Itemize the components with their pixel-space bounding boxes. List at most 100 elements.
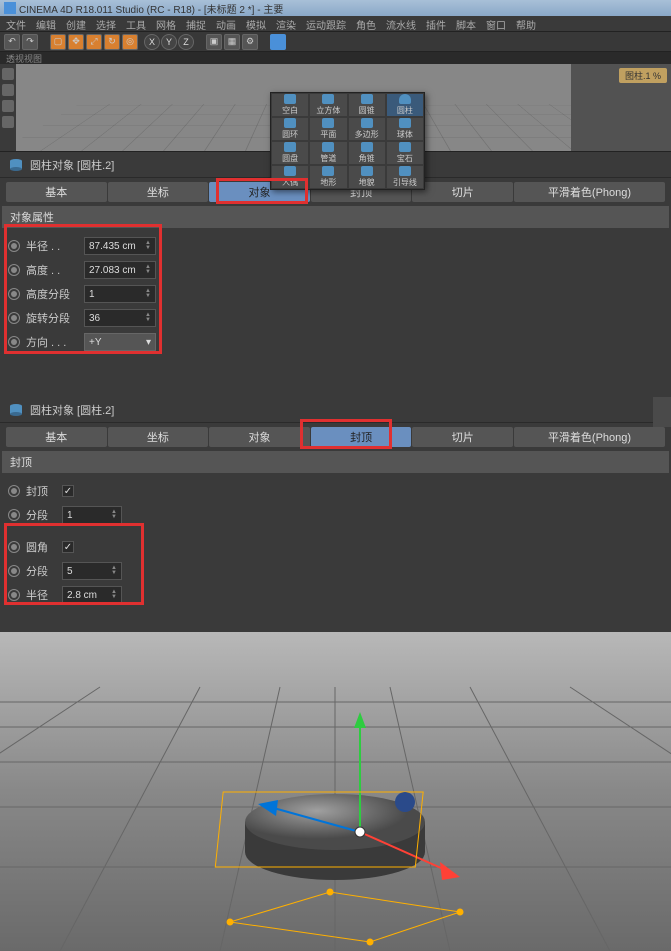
tool-scale[interactable]: ⤢ [86,34,102,50]
attr-title: 圆柱对象 [圆柱.2] [30,402,114,418]
anim-toggle[interactable] [8,240,20,252]
viewport-bottom[interactable] [0,632,671,951]
anim-toggle[interactable] [8,509,20,521]
tab-coord[interactable]: 坐标 [108,182,209,202]
undo-button[interactable]: ↶ [4,34,20,50]
object-tab[interactable]: 图柱.1 % [619,68,667,83]
prop-rows-1: 半径 . . 87.435 cm▲▼ 高度 . . 27.083 cm▲▼ 高度… [0,230,671,358]
axis-locks: X Y Z [144,34,194,50]
hseg-input[interactable]: 1▲▼ [84,285,156,303]
filletseg-input[interactable]: 5▲▼ [62,562,122,580]
tab-coord[interactable]: 坐标 [108,427,209,447]
tab-caps[interactable]: 封顶 [311,427,412,447]
tab-phong[interactable]: 平滑着色(Phong) [514,427,665,447]
vp-tool-icon[interactable] [2,84,14,96]
fillet-check[interactable]: ✓ [62,541,74,553]
section-header: 封顶 [2,451,669,473]
caps-check[interactable]: ✓ [62,485,74,497]
object-manager: 图柱.1 % [571,64,671,151]
prim-null[interactable]: 空白 [271,93,309,117]
menu-item[interactable]: 创建 [66,17,86,30]
menu-item[interactable]: 捕捉 [186,17,206,30]
render-region[interactable]: ▦ [224,34,240,50]
viewport-header: 透视视图 [0,52,671,64]
prim-guide[interactable]: 引导线 [386,165,424,189]
anim-toggle[interactable] [8,565,20,577]
tab-basic[interactable]: 基本 [6,182,107,202]
redo-button[interactable]: ↷ [22,34,38,50]
tab-object[interactable]: 对象 [209,427,310,447]
tool-recent[interactable]: ◎ [122,34,138,50]
tab-basic[interactable]: 基本 [6,427,107,447]
render-settings[interactable]: ⚙ [242,34,258,50]
axis-z[interactable]: Z [178,34,194,50]
prop-rows-2: 封顶 ✓ 分段 1▲▼ 圆角 ✓ 分段 5▲▼ 半径 2.8 cm▲▼ [0,475,671,611]
rseg-input[interactable]: 36▲▼ [84,309,156,327]
menu-item[interactable]: 选择 [96,17,116,30]
menu-item[interactable]: 帮助 [516,17,536,30]
radius-input[interactable]: 87.435 cm▲▼ [84,237,156,255]
prim-platonic[interactable]: 宝石 [386,141,424,165]
axis-y[interactable]: Y [161,34,177,50]
tab-slice[interactable]: 切片 [412,182,513,202]
prop-height-seg: 高度分段 1▲▼ [8,282,663,306]
prim-pyramid[interactable]: 角锥 [348,141,386,165]
tool-select[interactable]: ▢ [50,34,66,50]
menu-item[interactable]: 网格 [156,17,176,30]
viewport-top[interactable]: 图柱.1 % 空白 立方体 圆锥 圆柱 圆环 平面 多边形 球体 圆盘 管道 角… [0,64,671,152]
menu-item[interactable]: 模拟 [246,17,266,30]
anim-toggle[interactable] [8,485,20,497]
menu-item[interactable]: 窗口 [486,17,506,30]
render-button[interactable]: ▣ [206,34,222,50]
filletrad-input[interactable]: 2.8 cm▲▼ [62,586,122,604]
prim-cube[interactable]: 立方体 [309,93,347,117]
attr-header-2: 圆柱对象 [圆柱.2] [0,397,671,423]
orient-select[interactable]: +Y▾ [84,333,156,351]
menu-item[interactable]: 编辑 [36,17,56,30]
prim-torus[interactable]: 圆环 [271,117,309,141]
vp-tool-icon[interactable] [2,116,14,128]
prim-plane[interactable]: 平面 [309,117,347,141]
prim-figure[interactable]: 人偶 [271,165,309,189]
menu-item[interactable]: 动画 [216,17,236,30]
menu-item[interactable]: 工具 [126,17,146,30]
prim-cone[interactable]: 圆锥 [348,93,386,117]
section-header: 对象属性 [2,206,669,228]
anim-toggle[interactable] [8,264,20,276]
vp-tool-icon[interactable] [2,100,14,112]
capseg-input[interactable]: 1▲▼ [62,506,122,524]
attr-tabs-2: 基本 坐标 对象 封顶 切片 平滑着色(Phong) [6,427,665,447]
prim-sphere[interactable]: 球体 [386,117,424,141]
tool-move[interactable]: ✥ [68,34,84,50]
tab-phong[interactable]: 平滑着色(Phong) [514,182,665,202]
menu-item[interactable]: 插件 [426,17,446,30]
menu-item[interactable]: 流水线 [386,17,416,30]
tab-slice[interactable]: 切片 [412,427,513,447]
menu-item[interactable]: 文件 [6,17,26,30]
prop-radius: 半径 . . 87.435 cm▲▼ [8,234,663,258]
cylinder-icon [8,402,24,418]
prim-polygon[interactable]: 多边形 [348,117,386,141]
anim-toggle[interactable] [8,312,20,324]
prim-landscape[interactable]: 地形 [309,165,347,189]
menu-item[interactable]: 渲染 [276,17,296,30]
height-input[interactable]: 27.083 cm▲▼ [84,261,156,279]
anim-toggle[interactable] [8,336,20,348]
tool-rotate[interactable]: ↻ [104,34,120,50]
anim-toggle[interactable] [8,541,20,553]
prim-tube[interactable]: 管道 [309,141,347,165]
attribute-panel-2: 圆柱对象 [圆柱.2] 基本 坐标 对象 封顶 切片 平滑着色(Phong) 封… [0,397,671,632]
axis-x[interactable]: X [144,34,160,50]
anim-toggle[interactable] [8,288,20,300]
prop-fillet: 圆角 ✓ [8,535,663,559]
menu-item[interactable]: 角色 [356,17,376,30]
prim-disc[interactable]: 圆盘 [271,141,309,165]
right-tab-bar[interactable] [653,397,671,427]
anim-toggle[interactable] [8,589,20,601]
vp-tool-icon[interactable] [2,68,14,80]
prim-relief[interactable]: 地貌 [348,165,386,189]
prim-cylinder[interactable]: 圆柱 [386,93,424,117]
primitive-cube-icon[interactable] [270,34,286,50]
menu-item[interactable]: 运动跟踪 [306,17,346,30]
menu-item[interactable]: 脚本 [456,17,476,30]
